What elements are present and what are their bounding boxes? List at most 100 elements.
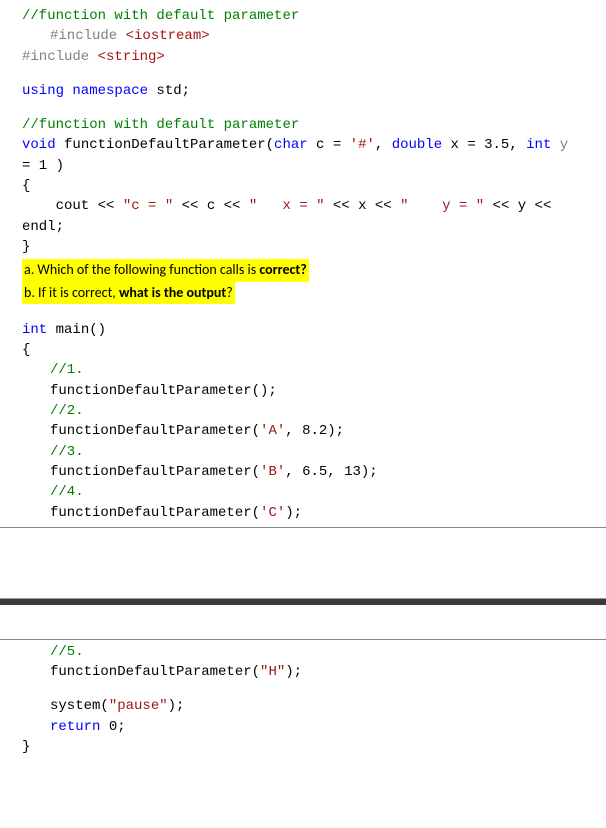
call-4: functionDefaultParameter('C'); [22,503,598,523]
question-a-row: a. Which of the following function calls… [22,259,309,281]
string-literal: "H" [260,664,285,680]
code-region-bottom: //5. functionDefaultParameter("H"); syst… [0,640,606,761]
include-directive: #include [50,28,126,44]
call-5: functionDefaultParameter("H"); [22,662,598,682]
separator-thick [0,598,606,605]
comment-5: //5. [22,642,598,662]
gap [0,605,606,639]
comment-2: //2. [22,401,598,421]
text: cout << [22,198,123,214]
string-literal: "pause" [109,698,168,714]
call-3: functionDefaultParameter('B', 6.5, 13); [22,462,598,482]
brace-close: } [22,737,598,757]
comment-text: //2. [50,403,84,419]
text: , 8.2); [285,423,344,439]
text: << c << [173,198,249,214]
include-directive: #include [22,49,98,65]
call-2: functionDefaultParameter('A', 8.2); [22,421,598,441]
question-a-bold: correct? [259,261,306,278]
comment-text: //3. [50,444,84,460]
keyword-char: char [274,137,308,153]
include-header: <string> [98,49,165,65]
keyword-int: int [526,137,551,153]
text: { [22,342,30,358]
comment-text: //5. [50,644,84,660]
code-region-top: //function with default parameter #inclu… [0,0,606,527]
text: { [22,178,30,194]
blank-line [22,682,598,696]
text: functionDefaultParameter( [50,664,260,680]
cout-line: cout << "c = " << c << " x = " << x << "… [22,196,598,216]
text: endl; [22,219,64,235]
return-stmt: return 0; [22,717,598,737]
using-namespace: using namespace std; [22,81,598,101]
text: ); [285,505,302,521]
text: ); [168,698,185,714]
question-b-row: b. If it is correct, what is the output? [22,282,235,304]
question-b-text: b. If it is correct, [24,284,119,301]
text: y [551,137,568,153]
text: << y << [484,198,551,214]
comment-text: //function with default parameter [22,117,299,133]
brace-close: } [22,237,598,257]
char-literal: '#' [350,137,375,153]
text: << x << [325,198,401,214]
comment-text: //1. [50,362,84,378]
text: std; [148,83,190,99]
text: 0; [100,719,125,735]
system-pause: system("pause"); [22,696,598,716]
text: x = 3.5, [442,137,526,153]
blank-line [22,304,598,320]
text: functionDefaultParameter( [50,505,260,521]
keyword-using: using namespace [22,83,148,99]
char-literal: 'C' [260,505,285,521]
text: functionDefaultParameter( [50,464,260,480]
text: } [22,739,30,755]
main-sig: int main() [22,320,598,340]
string-literal: "c = " [123,198,173,214]
blank-line [22,101,598,115]
include-string: #include <string> [22,47,598,67]
text: } [22,239,30,255]
text: functionDefaultParameter( [56,137,274,153]
text: , [375,137,392,153]
char-literal: 'A' [260,423,285,439]
keyword-int: int [22,322,47,338]
text: functionDefaultParameter(); [50,383,277,399]
include-header: <iostream> [126,28,210,44]
text: , 6.5, 13); [285,464,377,480]
comment-text: //function with default parameter [22,8,299,24]
text: c = [308,137,350,153]
question-a-text: a. Which of the following function calls… [24,261,259,278]
question-b-bold: what is the output [119,284,226,301]
text: main() [47,322,106,338]
question-b-post: ? [226,284,233,301]
text: ); [285,664,302,680]
string-literal: " x = " [249,198,325,214]
question-a: a. Which of the following function calls… [22,259,598,281]
char-literal: 'B' [260,464,285,480]
include-iostream: #include <iostream> [22,26,598,46]
comment-title: //function with default parameter [22,6,598,26]
fn-signature-line1: void functionDefaultParameter(char c = '… [22,135,598,155]
comment-4: //4. [22,482,598,502]
text: = 1 ) [22,158,64,174]
comment-text: //4. [50,484,84,500]
gap [0,528,606,598]
keyword-double: double [392,137,442,153]
fn-signature-line2: = 1 ) [22,156,598,176]
blank-line [22,67,598,81]
call-1: functionDefaultParameter(); [22,381,598,401]
text: system( [50,698,109,714]
text: functionDefaultParameter( [50,423,260,439]
keyword-return: return [50,719,100,735]
comment-1: //1. [22,360,598,380]
string-literal: " y = " [400,198,484,214]
keyword-void: void [22,137,56,153]
brace-open: { [22,176,598,196]
question-b: b. If it is correct, what is the output? [22,282,598,304]
endl-line: endl; [22,217,598,237]
comment-fn: //function with default parameter [22,115,598,135]
comment-3: //3. [22,442,598,462]
brace-open: { [22,340,598,360]
